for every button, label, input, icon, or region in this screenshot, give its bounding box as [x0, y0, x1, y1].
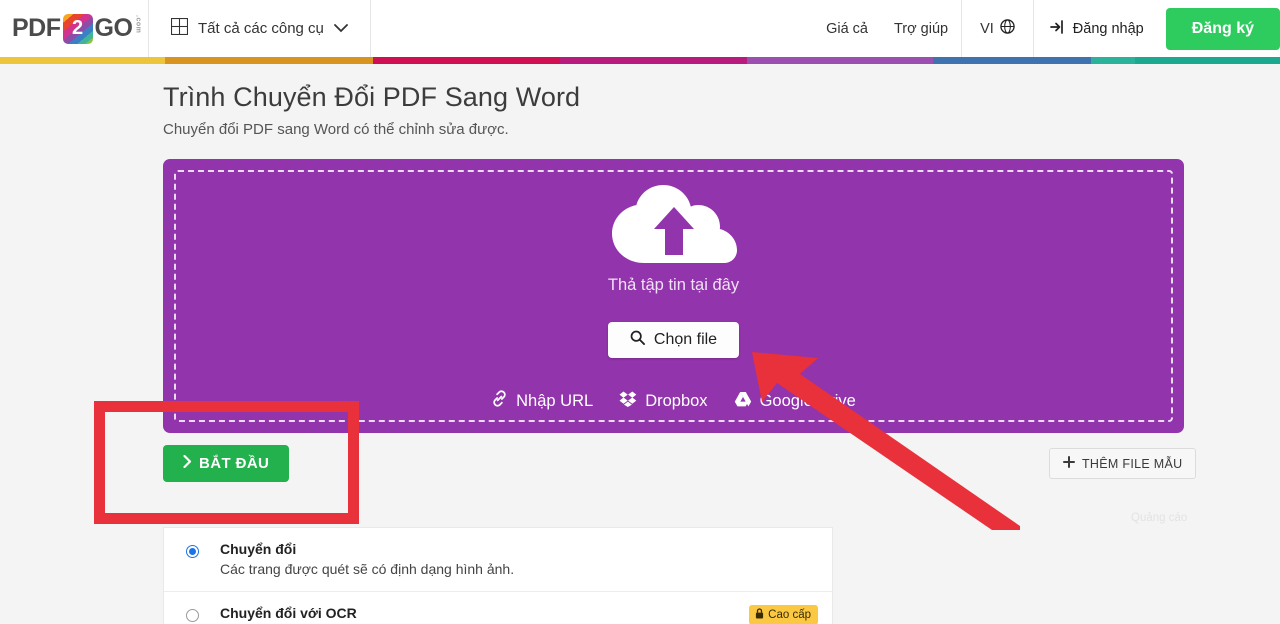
option-row-convert-ocr[interactable]: Chuyển đổi với OCR Các trang được quét s…: [164, 591, 832, 624]
lock-icon: [755, 608, 764, 622]
globe-icon: [1000, 19, 1015, 38]
dropbox-icon: [619, 391, 637, 412]
google-drive-icon: [734, 391, 752, 412]
all-tools-menu[interactable]: Tất cả các công cụ: [149, 0, 370, 57]
logo-square-icon: 2: [62, 13, 93, 44]
source-url-label: Nhập URL: [516, 391, 594, 410]
source-dropbox[interactable]: Dropbox: [619, 391, 708, 412]
grid-icon: [171, 18, 188, 39]
page-root: PDF 2 GO .com Tất cả các công cụ Giá cả …: [0, 0, 1280, 624]
ads-label: Quảng cáo: [1131, 512, 1188, 524]
chevron-down-icon: [334, 22, 348, 36]
logo-square-char: 2: [71, 17, 84, 39]
source-url[interactable]: Nhập URL: [491, 390, 593, 412]
dropzone-sources: Nhập URL Dropbox Google Drive: [491, 390, 856, 412]
source-dropbox-label: Dropbox: [645, 391, 708, 410]
conversion-options: Chuyển đổi Các trang được quét sẽ có địn…: [163, 527, 833, 624]
plus-icon: [1063, 456, 1075, 471]
login-label: Đăng nhập: [1072, 20, 1144, 37]
site-logo[interactable]: PDF 2 GO .com: [0, 0, 148, 57]
login-button[interactable]: Đăng nhập: [1034, 0, 1160, 57]
page-subtitle: Chuyển đổi PDF sang Word có thể chỉnh sử…: [163, 121, 509, 138]
stripe-seg-3: [372, 57, 560, 64]
login-arrow-icon: [1049, 19, 1066, 38]
chevron-right-icon: [183, 454, 192, 472]
premium-badge-label: Cao cấp: [768, 609, 811, 621]
source-google-drive[interactable]: Google Drive: [734, 391, 856, 412]
header-link-help[interactable]: Trợ giúp: [881, 0, 961, 57]
option-ocr-text: Chuyển đổi với OCR Các trang được quét s…: [220, 605, 806, 624]
radio-convert-ocr[interactable]: [186, 609, 199, 622]
logo-dotcom: .com: [134, 15, 142, 34]
stripe-seg-1: [0, 57, 166, 64]
link-icon: [491, 390, 508, 412]
logo-text-pdf: PDF: [12, 14, 61, 42]
stripe-seg-8: [1134, 57, 1280, 64]
language-selector[interactable]: VI: [962, 0, 1033, 57]
logo-text-go: GO: [94, 14, 133, 42]
signup-button[interactable]: Đăng ký: [1165, 7, 1280, 50]
language-label: VI: [980, 20, 994, 37]
header-divider-tools: [369, 0, 371, 57]
premium-badge: Cao cấp: [749, 605, 818, 624]
start-button-label: BẮT ĐẦU: [199, 455, 270, 472]
site-header: PDF 2 GO .com Tất cả các công cụ Giá cả …: [0, 0, 1280, 57]
page-title: Trình Chuyển Đổi PDF Sang Word: [163, 82, 581, 112]
option-convert-desc: Các trang được quét sẽ có định dạng hình…: [220, 561, 515, 577]
header-link-pricing[interactable]: Giá cả: [813, 0, 881, 57]
option-convert-title: Chuyển đổi: [220, 541, 297, 557]
stripe-seg-7: [1090, 57, 1135, 64]
dropzone-content: Thả tập tin tại đây Chọn file Nhập URL D…: [163, 185, 1184, 412]
stripe-seg-5: [747, 57, 933, 64]
option-ocr-title: Chuyển đổi với OCR: [220, 605, 357, 621]
option-row-convert[interactable]: Chuyển đổi Các trang được quét sẽ có địn…: [164, 528, 832, 591]
add-sample-file-button[interactable]: THÊM FILE MẪU: [1049, 448, 1197, 479]
start-button[interactable]: BẮT ĐẦU: [163, 445, 290, 482]
radio-convert[interactable]: [186, 545, 199, 558]
source-google-drive-label: Google Drive: [759, 391, 856, 410]
stripe-seg-2: [165, 57, 373, 64]
option-convert-text: Chuyển đổi Các trang được quét sẽ có địn…: [220, 541, 514, 577]
stripe-seg-6: [932, 57, 1091, 64]
dropzone-label: Thả tập tin tại đây: [607, 276, 740, 294]
cloud-upload-icon: [611, 185, 737, 269]
search-icon: [630, 330, 645, 350]
choose-file-button[interactable]: Chọn file: [607, 322, 740, 358]
stripe-seg-4: [559, 57, 748, 64]
all-tools-label: Tất cả các công cụ: [198, 20, 324, 37]
color-stripe: [0, 57, 1280, 64]
choose-file-label: Chọn file: [653, 331, 718, 348]
file-dropzone[interactable]: Thả tập tin tại đây Chọn file Nhập URL D…: [163, 159, 1184, 433]
add-sample-file-label: THÊM FILE MẪU: [1082, 456, 1183, 471]
